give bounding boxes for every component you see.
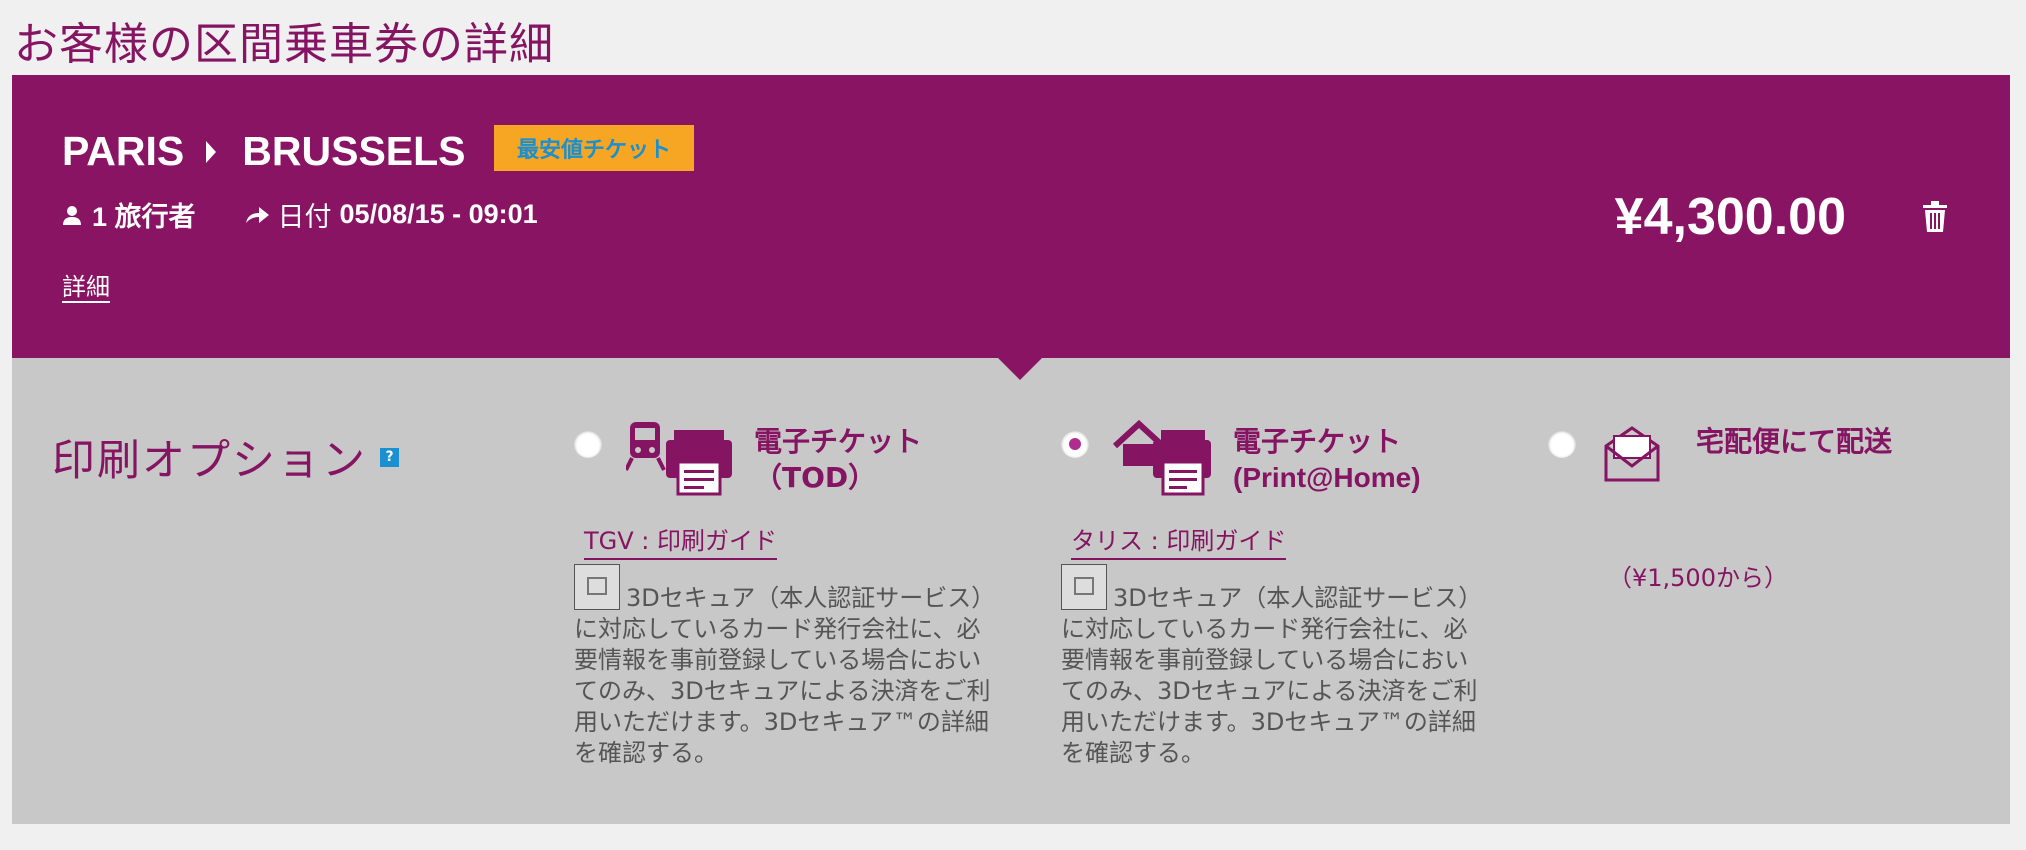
option-label: 電子チケット (Print@Home): [1233, 425, 1421, 493]
trip-meta: 1 旅行者 日付 05/08/15 - 09:01: [62, 195, 538, 234]
envelope-icon: [1602, 424, 1662, 486]
card-notch: [998, 358, 1042, 380]
origin-station: PARIS: [62, 128, 185, 174]
option-radio[interactable]: [1548, 430, 1576, 458]
date-label: 日付: [277, 202, 332, 233]
trash-icon[interactable]: [1922, 201, 1948, 237]
details-link[interactable]: 詳細: [62, 267, 110, 302]
tgv-print-guide-link[interactable]: TGV : 印刷ガイド: [584, 521, 778, 560]
destination-station: BRUSSELS: [242, 128, 466, 174]
option-label: 宅配便にて配送: [1696, 425, 1893, 458]
help-icon[interactable]: ?: [380, 448, 399, 467]
date-value: 05/08/15 - 09:01: [339, 199, 538, 229]
print-options-title: 印刷オプション: [52, 436, 367, 486]
ticket-price: ¥4,300.00: [1614, 188, 1846, 246]
courier-price-note: （¥1,500から）: [1608, 564, 1788, 592]
print-options-panel: 印刷オプション ? 電子チケット （TOD） TGV : 印刷ガイド 3Dセキュ…: [12, 358, 2010, 824]
option-radio[interactable]: [574, 430, 602, 458]
broken-image-icon: [1061, 564, 1107, 610]
option-radio[interactable]: [1061, 430, 1089, 458]
person-icon: [62, 205, 82, 225]
3d-secure-note: 3Dセキュア（本人認証サービス）に対応しているカード発行会社に、必要情報を事前登…: [574, 564, 1004, 769]
option-label: 電子チケット （TOD）: [754, 425, 923, 494]
page-title: お客様の区間乗車券の詳細: [14, 19, 554, 70]
train-printer-icon: [624, 418, 736, 500]
trip-card: PARIS BRUSSELS 最安値チケット 1 旅行者 日付 05/08/15…: [12, 75, 2010, 358]
route: PARIS BRUSSELS: [62, 128, 466, 175]
thalys-print-guide-link[interactable]: タリス : 印刷ガイド: [1071, 521, 1287, 560]
broken-image-icon: [574, 564, 620, 610]
traveller-count: 1 旅行者: [92, 202, 196, 232]
route-arrow-icon: [206, 140, 217, 163]
home-printer-icon: [1112, 418, 1223, 500]
cheapest-ticket-badge: 最安値チケット: [494, 125, 694, 171]
3d-secure-note: 3Dセキュア（本人認証サービス）に対応しているカード発行会社に、必要情報を事前登…: [1061, 564, 1491, 769]
forward-arrow-icon: [244, 205, 270, 225]
